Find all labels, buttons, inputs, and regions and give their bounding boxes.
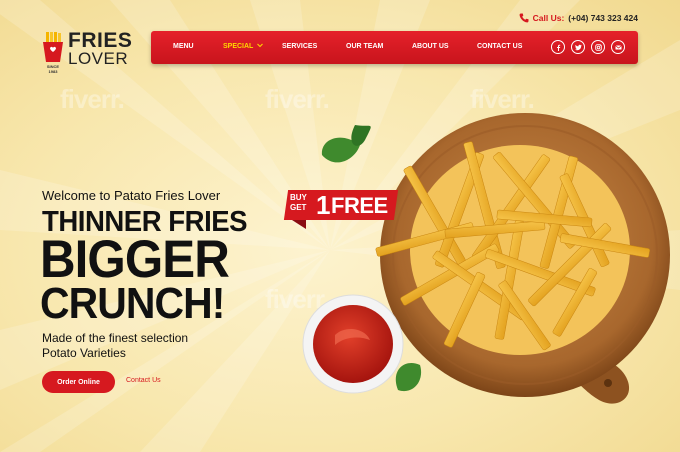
brand-name-line2: LOVER — [68, 49, 129, 68]
nav-item-services[interactable]: SERVICES — [282, 43, 317, 50]
badge-get-text: GET — [290, 203, 307, 212]
hero-description: Made of the finest selection Potato Vari… — [42, 331, 188, 361]
hero-description-line1: Made of the finest selection — [42, 331, 189, 345]
nav-item-contact-us[interactable]: CONTACT US — [477, 43, 522, 50]
phone-icon — [519, 13, 529, 23]
hero-description-line2: Potato Varieties — [42, 346, 126, 360]
hero-welcome: Welcome to Patato Fries Lover — [42, 188, 221, 203]
nav-item-special[interactable]: SPECIAL — [223, 43, 264, 50]
email-icon[interactable] — [611, 40, 625, 54]
brand-logo[interactable]: FRIES LOVER SINCE 1983 — [42, 29, 134, 74]
order-online-button[interactable]: Order Online — [42, 371, 115, 393]
hero-headline-line3: CRUNCH! — [40, 279, 225, 328]
badge-one-text: 1 — [316, 190, 331, 220]
badge-buy-text: BUY — [290, 193, 307, 202]
instagram-icon[interactable] — [591, 40, 605, 54]
nav-item-our-team[interactable]: OUR TEAM — [346, 43, 383, 50]
nav-item-menu[interactable]: MENU — [173, 43, 194, 50]
facebook-icon[interactable] — [551, 40, 565, 54]
phone-contact[interactable]: Call Us: (+04) 743 323 424 — [519, 13, 638, 23]
badge-free-text: FREE — [331, 193, 388, 218]
nav-item-about-us[interactable]: ABOUT US — [412, 43, 449, 50]
contact-us-link[interactable]: Contact Us — [126, 377, 161, 384]
watermark: fiverr. — [60, 84, 125, 114]
buy-1-get-1-free-badge: BUY GET 1 FREE — [283, 190, 399, 230]
phone-label: Call Us: — [532, 13, 565, 23]
badge-ribbon-tail — [292, 220, 306, 229]
chevron-down-icon — [257, 43, 264, 48]
phone-number: (+04) 743 323 424 — [568, 13, 638, 23]
brand-name-line1: FRIES — [68, 29, 133, 52]
fries-board-illustration — [302, 113, 670, 404]
nav-item-special-label: SPECIAL — [223, 43, 254, 50]
brand-since: SINCE 1983 — [46, 64, 60, 74]
main-navigation: MENU SPECIAL SERVICES OUR TEAM ABOUT US … — [151, 31, 638, 64]
fries-box-icon — [43, 32, 63, 62]
twitter-icon[interactable] — [571, 40, 585, 54]
